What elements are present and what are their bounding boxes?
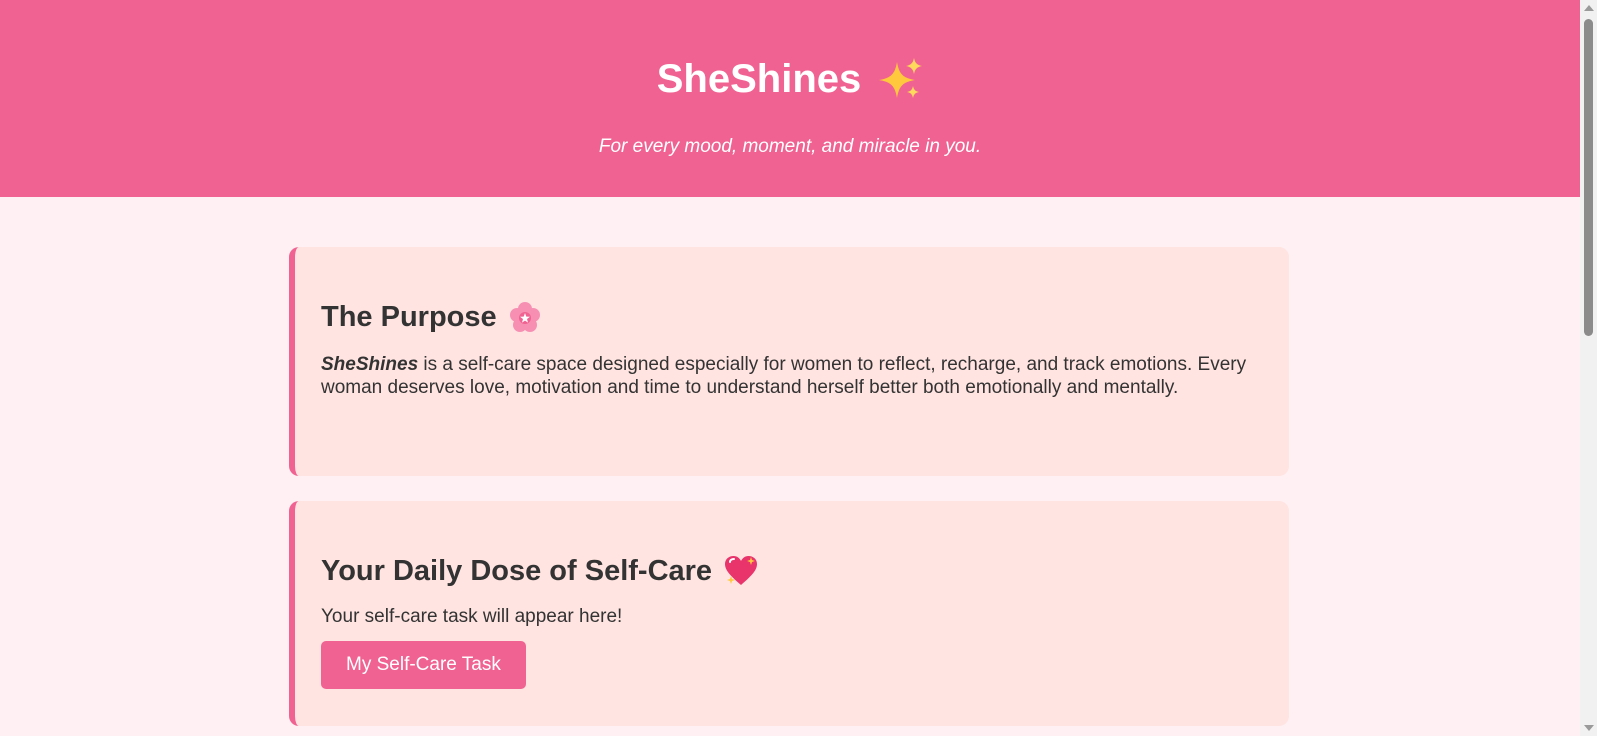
sparkling-heart-icon	[724, 555, 758, 587]
self-care-heading-text: Your Daily Dose of Self-Care	[321, 555, 713, 587]
site-title: SheShines	[0, 0, 1580, 102]
self-care-heading: Your Daily Dose of Self-Care	[321, 553, 1289, 589]
self-care-task-button[interactable]: My Self-Care Task	[321, 641, 526, 689]
purpose-heading: The Purpose	[321, 299, 1289, 335]
purpose-description: SheShines is a self-care space designed …	[321, 353, 1261, 399]
purpose-body-text: is a self-care space designed especially…	[321, 354, 1247, 398]
site-subtitle: For every mood, moment, and miracle in y…	[598, 136, 982, 157]
self-care-card: Your Daily Dose of Self-Care Your self-c…	[289, 501, 1289, 726]
viewport: SheShines For every mood, moment, and mi…	[0, 0, 1580, 736]
scrollbar-thumb[interactable]	[1584, 19, 1593, 336]
site-title-text: SheShines	[656, 57, 862, 101]
purpose-heading-text: The Purpose	[321, 301, 497, 333]
scroll-up-arrow-icon[interactable]	[1584, 5, 1594, 11]
self-care-task-text: Your self-care task will appear here!	[321, 606, 623, 627]
page: SheShines For every mood, moment, and mi…	[0, 0, 1597, 736]
sparkles-icon	[879, 58, 923, 100]
site-header: SheShines For every mood, moment, and mi…	[0, 0, 1580, 197]
vertical-scrollbar[interactable]	[1580, 0, 1597, 736]
purpose-card: The Purpose SheShines is a self-care spa…	[289, 247, 1289, 476]
purpose-brand-name: SheShines	[321, 354, 419, 375]
scroll-down-arrow-icon[interactable]	[1584, 725, 1594, 731]
main-content: The Purpose SheShines is a self-care spa…	[289, 247, 1289, 726]
cherry-blossom-icon	[509, 301, 541, 333]
